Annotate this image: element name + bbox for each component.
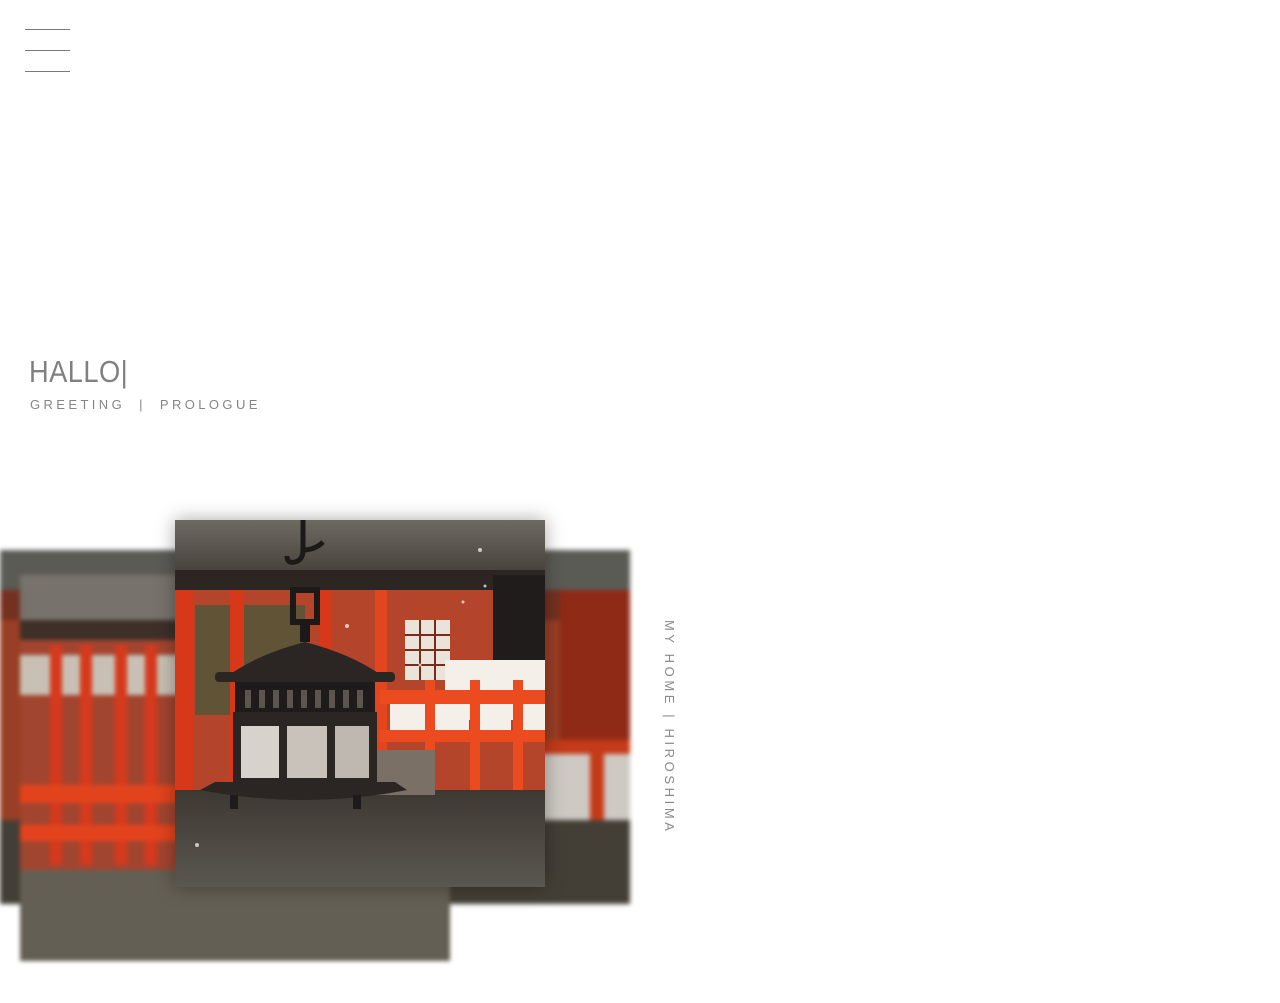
hamburger-menu-button[interactable] [25, 29, 70, 73]
menu-bar-bottom [25, 71, 70, 72]
hero-subtitle: GREETING | PROLOGUE [30, 397, 261, 412]
lantern-photo [175, 520, 545, 887]
menu-bar-top [25, 29, 70, 30]
hero-title: HALLO| [29, 354, 129, 389]
location-caption: MY HOME | HIROSHIMA [662, 620, 677, 835]
menu-bar-middle [25, 50, 70, 51]
